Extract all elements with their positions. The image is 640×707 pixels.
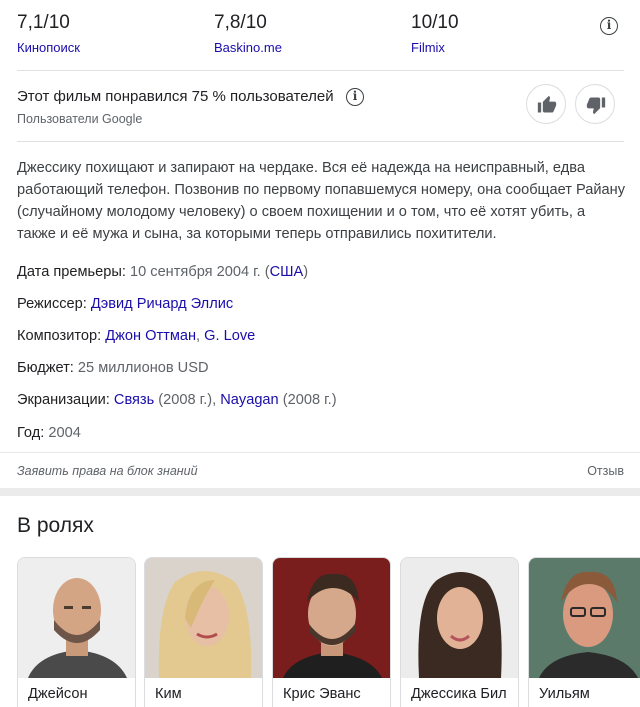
rating-score: 10/10 bbox=[411, 12, 459, 33]
cast-card[interactable]: Крис Эванс bbox=[272, 557, 391, 707]
premiere-close: ) bbox=[303, 264, 309, 280]
adaptation-year: (2008 г.) bbox=[282, 392, 337, 408]
rating-filmix[interactable]: 10/10 Filmix bbox=[411, 12, 459, 56]
rating-score: 7,8/10 bbox=[214, 12, 267, 33]
actor-photo bbox=[18, 558, 135, 678]
fact-budget: Бюджет: 25 миллионов USD bbox=[17, 360, 209, 376]
section-gap bbox=[0, 488, 640, 496]
actor-name: Ким bbox=[155, 686, 182, 702]
fact-label: Экранизации: bbox=[17, 392, 110, 408]
fact-label: Режиссер: bbox=[17, 296, 87, 312]
info-icon[interactable]: i bbox=[346, 88, 364, 106]
film-description: Джессику похищают и запирают на чердаке.… bbox=[17, 160, 626, 242]
premiere-date: 10 сентября 2004 г. ( bbox=[129, 264, 270, 280]
fact-composer: Композитор: Джон Оттман, G. Love bbox=[17, 328, 255, 344]
actor-name: Уильям bbox=[539, 686, 590, 702]
fact-label: Бюджет: bbox=[17, 360, 74, 376]
audience-like-text: Этот фильм понравился 75 % пользователей bbox=[17, 88, 334, 105]
fact-director: Режиссер: Дэвид Ричард Эллис bbox=[17, 296, 233, 312]
divider bbox=[17, 70, 624, 71]
rating-baskino[interactable]: 7,8/10 Baskino.me bbox=[214, 12, 282, 56]
rating-source-link[interactable]: Filmix bbox=[411, 40, 459, 56]
fact-label: Год: bbox=[17, 425, 45, 441]
actor-photo bbox=[145, 558, 262, 678]
year-value: 2004 bbox=[48, 425, 81, 441]
rating-score: 7,1/10 bbox=[17, 12, 70, 33]
adaptation-link[interactable]: Nayagan bbox=[220, 392, 278, 408]
actor-photo bbox=[401, 558, 518, 678]
fact-year: Год: 2004 bbox=[17, 425, 81, 441]
fact-label: Дата премьеры: bbox=[17, 264, 126, 280]
separator: , bbox=[196, 328, 201, 344]
divider bbox=[17, 141, 624, 142]
adaptation-year: (2008 г.), bbox=[158, 392, 217, 408]
director-link[interactable]: Дэвид Ричард Эллис bbox=[91, 296, 233, 312]
knowledge-panel-footer: Заявить права на блок знаний Отзыв bbox=[0, 452, 640, 488]
cast-card[interactable]: Ким bbox=[144, 557, 263, 707]
rating-source-link[interactable]: Кинопоиск bbox=[17, 40, 80, 56]
ratings-row: 7,1/10 Кинопоиск 7,8/10 Baskino.me 10/10… bbox=[0, 0, 640, 70]
thumbs-up-icon bbox=[537, 95, 557, 113]
thumbs-down-icon bbox=[586, 97, 606, 115]
actor-name: Джейсон bbox=[28, 686, 88, 702]
claim-panel-link[interactable]: Заявить права на блок знаний bbox=[17, 464, 198, 478]
premiere-country-link[interactable]: США bbox=[270, 264, 304, 280]
composer-link[interactable]: G. Love bbox=[204, 328, 255, 344]
cast-card[interactable]: Уильям bbox=[528, 557, 640, 707]
budget-value: 25 миллионов USD bbox=[77, 360, 209, 376]
info-icon[interactable]: i bbox=[600, 17, 618, 35]
feedback-link[interactable]: Отзыв bbox=[587, 464, 624, 478]
cast-section-title: В ролях bbox=[17, 514, 94, 537]
actor-name: Джессика Бил bbox=[411, 686, 507, 702]
fact-adaptations: Экранизации: Связь (2008 г.), Nayagan (2… bbox=[17, 392, 337, 408]
audience-source: Пользователи Google bbox=[17, 112, 143, 126]
fact-label: Композитор: bbox=[17, 328, 102, 344]
dislike-button[interactable] bbox=[575, 84, 615, 124]
actor-photo bbox=[273, 558, 390, 678]
like-button[interactable] bbox=[526, 84, 566, 124]
actor-name: Крис Эванс bbox=[283, 686, 361, 702]
fact-premiere: Дата премьеры: 10 сентября 2004 г. (США) bbox=[17, 264, 308, 280]
cast-card[interactable]: Джессика Бил bbox=[400, 557, 519, 707]
rating-source-link[interactable]: Baskino.me bbox=[214, 40, 282, 56]
actor-photo bbox=[529, 558, 640, 678]
composer-link[interactable]: Джон Оттман bbox=[105, 328, 196, 344]
cast-card[interactable]: Джейсон bbox=[17, 557, 136, 707]
rating-kinopoisk[interactable]: 7,1/10 Кинопоиск bbox=[17, 12, 80, 56]
adaptation-link[interactable]: Связь bbox=[114, 392, 154, 408]
